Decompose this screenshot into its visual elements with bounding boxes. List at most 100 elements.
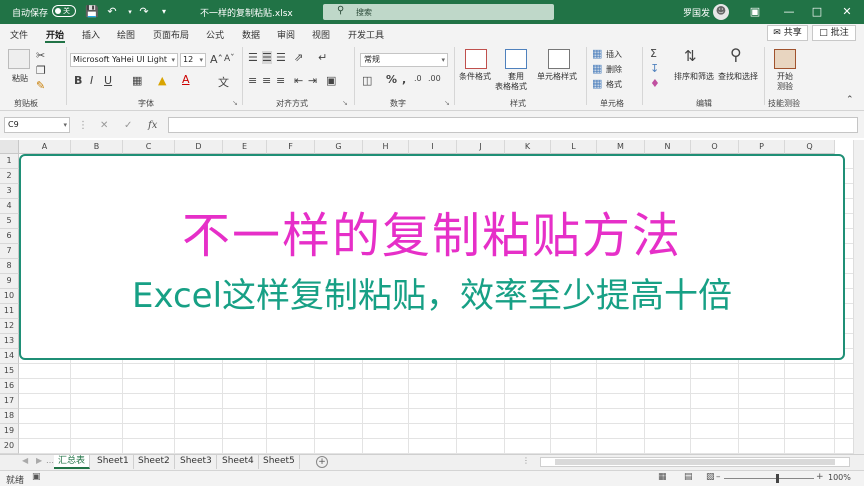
column-header[interactable]: Q [785, 140, 835, 154]
row-header[interactable]: 11 [0, 304, 19, 319]
sheet-tab-sheet5[interactable]: Sheet5 [259, 455, 300, 469]
column-header[interactable]: G [315, 140, 363, 154]
column-header[interactable]: E [223, 140, 267, 154]
normal-view-icon[interactable]: ▦ [658, 472, 667, 482]
fill-color-icon[interactable]: ▲ [158, 74, 166, 87]
row-header[interactable]: 2 [0, 169, 19, 184]
font-size-select[interactable]: 12 ▾ [180, 53, 206, 67]
sheet-next-icon[interactable]: ▶ [36, 456, 42, 465]
paste-icon[interactable] [8, 49, 30, 69]
formula-input[interactable] [168, 117, 858, 133]
row-header[interactable]: 6 [0, 229, 19, 244]
zoom-out-icon[interactable]: – [716, 472, 721, 482]
format-as-table-icon[interactable] [505, 49, 527, 69]
row-header[interactable]: 4 [0, 199, 19, 214]
align-right-icon[interactable]: ≡ [276, 74, 285, 87]
column-header[interactable]: H [363, 140, 409, 154]
column-header[interactable]: M [597, 140, 645, 154]
font-launcher-icon[interactable]: ↘ [232, 99, 238, 107]
page-break-view-icon[interactable]: ▧ [706, 472, 715, 482]
insert-cells-icon[interactable]: ▦ [592, 47, 602, 60]
sheet-prev-icon[interactable]: ◀ [22, 456, 28, 465]
tab-formulas[interactable]: 公式 [206, 28, 224, 41]
cell-styles-label[interactable]: 单元格样式 [537, 71, 577, 82]
column-header[interactable]: K [505, 140, 551, 154]
cut-icon[interactable]: ✂ [36, 49, 45, 62]
bold-icon[interactable]: B [74, 74, 82, 87]
orientation-icon[interactable]: ⇗ [294, 51, 303, 64]
paste-label[interactable]: 粘贴 [12, 73, 28, 84]
maximize-icon[interactable]: □ [808, 4, 826, 20]
column-header[interactable]: J [457, 140, 505, 154]
redo-icon[interactable]: ↷ [136, 4, 152, 20]
row-header[interactable]: 10 [0, 289, 19, 304]
decrease-indent-icon[interactable]: ⇤ [294, 74, 303, 87]
sort-filter-icon[interactable]: ⇅ [684, 47, 697, 65]
page-layout-view-icon[interactable]: ▤ [684, 472, 693, 482]
select-all-corner[interactable] [0, 140, 19, 154]
increase-font-icon[interactable]: Aˆ [210, 53, 223, 66]
row-header[interactable]: 14 [0, 349, 19, 364]
border-icon[interactable]: ▦ [132, 74, 142, 87]
delete-cells-icon[interactable]: ▦ [592, 62, 602, 75]
autosum-icon[interactable]: Σ [650, 47, 657, 60]
alignment-launcher-icon[interactable]: ↘ [342, 99, 348, 107]
more-sheets-icon[interactable]: … [46, 456, 54, 465]
customize-toolbar-icon[interactable]: ▾ [156, 4, 172, 20]
format-cells-label[interactable]: 格式 [606, 79, 622, 90]
format-painter-icon[interactable]: ✎ [36, 79, 45, 92]
add-sheet-icon[interactable]: + [316, 456, 328, 468]
font-color-icon[interactable]: A [182, 73, 190, 86]
cancel-icon[interactable]: ✕ [100, 120, 108, 131]
undo-icon[interactable]: ↶ [104, 4, 120, 20]
column-header[interactable]: F [267, 140, 315, 154]
decrease-decimal-icon[interactable]: .00 [428, 74, 441, 83]
horizontal-scrollbar[interactable] [540, 457, 850, 467]
autosave-toggle[interactable]: 关 [52, 5, 76, 17]
accounting-format-icon[interactable]: ◫ [362, 74, 372, 87]
headline-textbox[interactable]: 不一样的复制粘贴方法 Excel这样复制粘贴，效率至少提高十倍 [19, 154, 845, 360]
clear-icon[interactable]: ♦ [650, 77, 660, 90]
fill-icon[interactable]: ↧ [650, 62, 659, 75]
tab-file[interactable]: 文件 [10, 28, 28, 41]
column-header[interactable]: N [645, 140, 691, 154]
tab-draw[interactable]: 绘图 [117, 28, 135, 41]
ribbon-display-icon[interactable]: ▣ [746, 4, 764, 20]
row-header[interactable]: 18 [0, 409, 19, 424]
number-launcher-icon[interactable]: ↘ [444, 99, 450, 107]
tab-insert[interactable]: 插入 [82, 28, 100, 41]
sheet-tab-summary[interactable]: 汇总表 [54, 455, 91, 469]
tab-page-layout[interactable]: 页面布局 [153, 28, 189, 41]
italic-icon[interactable]: I [90, 74, 93, 87]
tab-review[interactable]: 审阅 [277, 28, 295, 41]
row-header[interactable]: 19 [0, 424, 19, 439]
find-select-icon[interactable]: ⚲ [730, 45, 742, 64]
sheet-tab-sheet2[interactable]: Sheet2 [134, 455, 175, 469]
sort-filter-label[interactable]: 排序和筛选 [674, 71, 714, 82]
decrease-font-icon[interactable]: Aˇ [224, 54, 235, 64]
underline-icon[interactable]: U [104, 74, 112, 87]
sheet-tab-sheet4[interactable]: Sheet4 [218, 455, 259, 469]
find-select-label[interactable]: 查找和选择 [718, 71, 758, 82]
skills-test-icon[interactable] [774, 49, 796, 69]
column-header[interactable]: A [19, 140, 71, 154]
phonetic-icon[interactable]: 文 [218, 74, 229, 90]
skills-test-label-2[interactable]: 测验 [777, 81, 793, 92]
insert-cells-label[interactable]: 插入 [606, 49, 622, 60]
save-icon[interactable]: 💾 [84, 4, 100, 20]
row-header[interactable]: 15 [0, 364, 19, 379]
row-header[interactable]: 7 [0, 244, 19, 259]
zoom-slider[interactable] [724, 478, 814, 479]
row-header[interactable]: 16 [0, 379, 19, 394]
conditional-format-label[interactable]: 条件格式 [459, 71, 491, 82]
column-header[interactable]: D [175, 140, 223, 154]
cell-styles-icon[interactable] [548, 49, 570, 69]
comma-icon[interactable]: , [402, 73, 406, 86]
zoom-in-icon[interactable]: + [816, 472, 824, 482]
collapse-ribbon-icon[interactable]: ⌃ [846, 95, 854, 105]
avatar-icon[interactable]: ☻ [713, 4, 729, 20]
insert-function-icon[interactable]: fx [148, 120, 157, 131]
conditional-format-icon[interactable] [465, 49, 487, 69]
align-left-icon[interactable]: ≡ [248, 74, 257, 87]
row-header[interactable]: 3 [0, 184, 19, 199]
